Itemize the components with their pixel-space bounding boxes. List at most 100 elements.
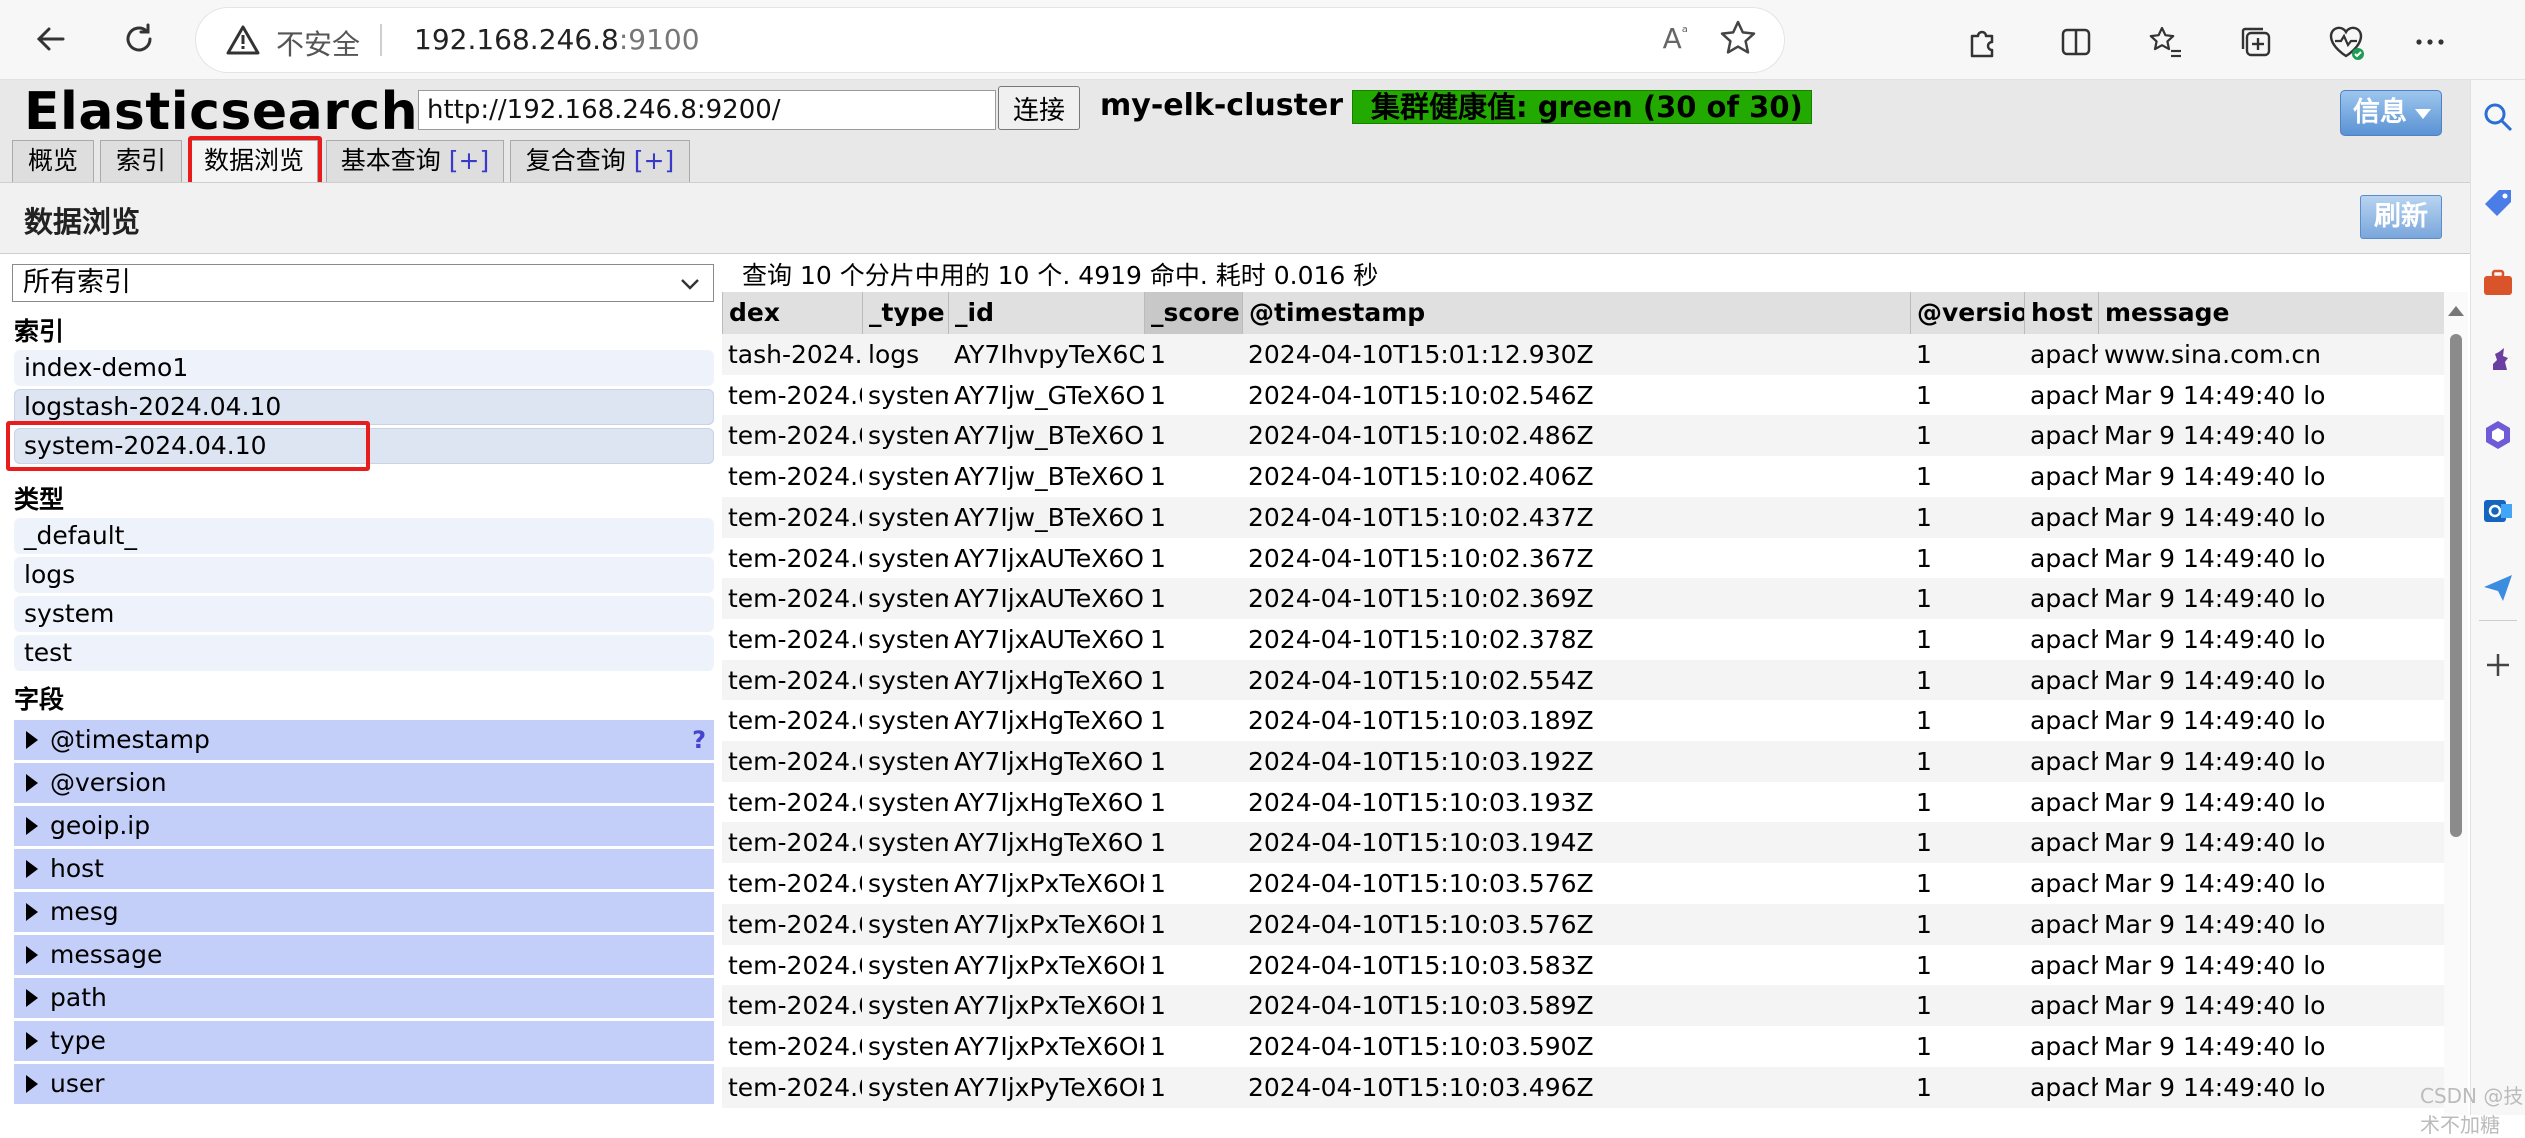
briefcase-icon[interactable]: [2481, 266, 2515, 300]
table-row[interactable]: tem-2024.04.10systemAY7Ijw_BTeX6OK1TxgvH…: [722, 415, 2444, 457]
table-cell: AY7IjxPxTeX6OK1Txgv2: [954, 869, 1144, 899]
table-cell: AY7IjxHgTeX6OK1Txgvv: [954, 787, 1144, 817]
type-item[interactable]: system: [14, 596, 714, 632]
column-header[interactable]: message: [2098, 292, 2444, 334]
type-item[interactable]: _default_: [14, 518, 714, 554]
tag-icon[interactable]: [2481, 186, 2515, 220]
split-screen-button[interactable]: [2054, 20, 2098, 64]
tab-basic-query[interactable]: 基本查询 [+]: [326, 140, 504, 182]
table-row[interactable]: tem-2024.04.10systemAY7Ijw_BTeX6OK1Txgu3…: [722, 456, 2444, 498]
connect-button[interactable]: 连接: [998, 86, 1080, 130]
table-row[interactable]: tem-2024.04.10systemAY7IjxHgTeX6OK1Txgvr…: [722, 700, 2444, 742]
scroll-up-icon[interactable]: [2448, 306, 2464, 316]
table-row[interactable]: tem-2024.04.10systemAY7IjxAUTeX6OK1Txgvh…: [722, 618, 2444, 660]
tab-structured-query[interactable]: 复合查询 [+]: [510, 140, 690, 182]
column-header[interactable]: @timestamp: [1242, 292, 1910, 334]
field-item[interactable]: @timestamp?: [14, 720, 714, 760]
table-cell: Mar 9 14:49:40 lo: [2104, 991, 2326, 1021]
field-item[interactable]: host: [14, 849, 714, 889]
field-item[interactable]: path: [14, 978, 714, 1018]
reload-button[interactable]: [112, 12, 166, 66]
field-item[interactable]: user: [14, 1064, 714, 1104]
table-row[interactable]: tem-2024.04.10systemAY7Ijw_BTeX6OK1Txgu9…: [722, 496, 2444, 538]
collections-button[interactable]: [2234, 20, 2278, 64]
scroll-thumb[interactable]: [2450, 334, 2462, 837]
table-cell: system: [868, 624, 948, 654]
table-cell: 2024-04-10T15:10:03.496Z: [1248, 1072, 1594, 1102]
column-header[interactable]: _id: [948, 292, 1144, 334]
column-header[interactable]: _type: [862, 292, 948, 334]
field-item[interactable]: @version: [14, 763, 714, 803]
tab-browser[interactable]: 数据浏览: [190, 140, 318, 182]
table-cell: 2024-04-10T15:10:03.193Z: [1248, 787, 1594, 817]
table-row[interactable]: tem-2024.04.10systemAY7IjxHgTeX6OK1Txgvu…: [722, 741, 2444, 782]
back-button[interactable]: [24, 12, 78, 66]
column-header[interactable]: _score▲: [1144, 292, 1242, 334]
column-header-label: dex: [729, 298, 780, 327]
column-header[interactable]: @version: [1910, 292, 2024, 334]
index-item[interactable]: system-2024.04.10: [14, 428, 714, 464]
table-row[interactable]: tash-2024.04.10logsAY7IhvpyTeX6OK1Txguy1…: [722, 334, 2444, 375]
edge-sidebar: [2470, 80, 2525, 1115]
table-row[interactable]: tem-2024.04.10systemAY7Ijw_GTeX6OK1TxgvU…: [722, 374, 2444, 416]
watermark: CSDN @技术不加糖: [2420, 1084, 2524, 1137]
outlook-icon[interactable]: [2481, 494, 2515, 528]
more-button[interactable]: [2408, 20, 2452, 64]
field-item[interactable]: message: [14, 935, 714, 975]
favorite-star-icon[interactable]: [1718, 18, 1758, 58]
field-item[interactable]: mesg: [14, 892, 714, 932]
type-item[interactable]: test: [14, 635, 714, 671]
table-cell: Mar 9 14:49:40 lo: [2104, 543, 2326, 573]
column-header[interactable]: dex: [722, 292, 862, 334]
add-icon[interactable]: [2481, 648, 2515, 682]
table-row[interactable]: tem-2024.04.10systemAY7IjxAUTeX6OK1Txgve…: [722, 537, 2444, 579]
table-row[interactable]: tem-2024.04.10systemAY7IjxPxTeX6OK1TxgwC…: [722, 1025, 2444, 1067]
table-cell: apache: [2030, 462, 2098, 492]
table-cell: 1: [1150, 828, 1166, 858]
tab-indices[interactable]: 索引: [100, 140, 182, 182]
table-cell: 2024-04-10T15:10:02.554Z: [1248, 665, 1594, 695]
send-icon[interactable]: [2481, 570, 2515, 604]
url-text[interactable]: 192.168.246.8:9100: [414, 23, 700, 56]
table-cell: 1: [1916, 869, 1932, 899]
info-dropdown-button[interactable]: 信息: [2340, 90, 2442, 136]
extensions-button[interactable]: [1960, 20, 2004, 64]
table-cell: 2024-04-10T15:10:02.546Z: [1248, 380, 1594, 410]
search-icon[interactable]: [2481, 100, 2515, 134]
browser-essentials-button[interactable]: [2324, 20, 2368, 64]
table-row[interactable]: tem-2024.04.10systemAY7IjxPxTeX6OK1TxgwA…: [722, 985, 2444, 1027]
filter-panel: 所有索引 索引 index-demo1 logstash-2024.04.10 …: [0, 256, 722, 1115]
table-row[interactable]: tem-2024.04.10systemAY7IjxPxTeX6OK1Txgv2…: [722, 863, 2444, 905]
tab-overview[interactable]: 概览: [12, 140, 94, 182]
field-item[interactable]: geoip.ip: [14, 806, 714, 846]
table-row[interactable]: tem-2024.04.10systemAY7IjxHgTeX6OK1Txgvw…: [722, 822, 2444, 864]
field-item[interactable]: type: [14, 1021, 714, 1061]
table-row[interactable]: tem-2024.04.10systemAY7IjxHgTeX6OK1Txgvk…: [722, 659, 2444, 701]
address-bar[interactable]: 不安全 192.168.246.8:9100 Aᵃ: [196, 8, 1784, 72]
office-icon[interactable]: [2481, 418, 2515, 452]
index-select[interactable]: 所有索引: [12, 264, 714, 302]
chess-icon[interactable]: [2481, 342, 2515, 376]
es-url-input[interactable]: [418, 90, 996, 130]
table-row[interactable]: tem-2024.04.10systemAY7IjxAUTeX6OK1Txgvf…: [722, 578, 2444, 620]
table-row[interactable]: tem-2024.04.10systemAY7IjxPyTeX6OK1Txgwc…: [722, 1066, 2444, 1108]
table-row[interactable]: tem-2024.04.10systemAY7IjxPxTeX6OK1Txgv3…: [722, 903, 2444, 945]
type-item[interactable]: logs: [14, 557, 714, 593]
vertical-scrollbar[interactable]: [2444, 292, 2468, 1115]
table-row[interactable]: tem-2024.04.10systemAY7IjxPxTeX6OK1Txgv9…: [722, 944, 2444, 986]
table-cell: 1: [1150, 624, 1166, 654]
security-label[interactable]: 不安全: [276, 23, 360, 63]
table-cell: 1: [1916, 706, 1932, 736]
index-item[interactable]: index-demo1: [14, 350, 714, 386]
table-cell: system: [868, 543, 948, 573]
read-aloud-icon[interactable]: Aᵃ: [1663, 22, 1688, 55]
column-header[interactable]: host: [2024, 292, 2098, 334]
help-icon[interactable]: ?: [692, 720, 706, 760]
favorites-button[interactable]: [2144, 20, 2188, 64]
warning-icon[interactable]: [226, 24, 260, 56]
refresh-button[interactable]: 刷新: [2360, 195, 2442, 239]
table-row[interactable]: tem-2024.04.10systemAY7IjxHgTeX6OK1Txgvv…: [722, 781, 2444, 823]
table-cell: system: [868, 991, 948, 1021]
table-cell: 2024-04-10T15:10:02.367Z: [1248, 543, 1594, 573]
index-item[interactable]: logstash-2024.04.10: [14, 389, 714, 425]
